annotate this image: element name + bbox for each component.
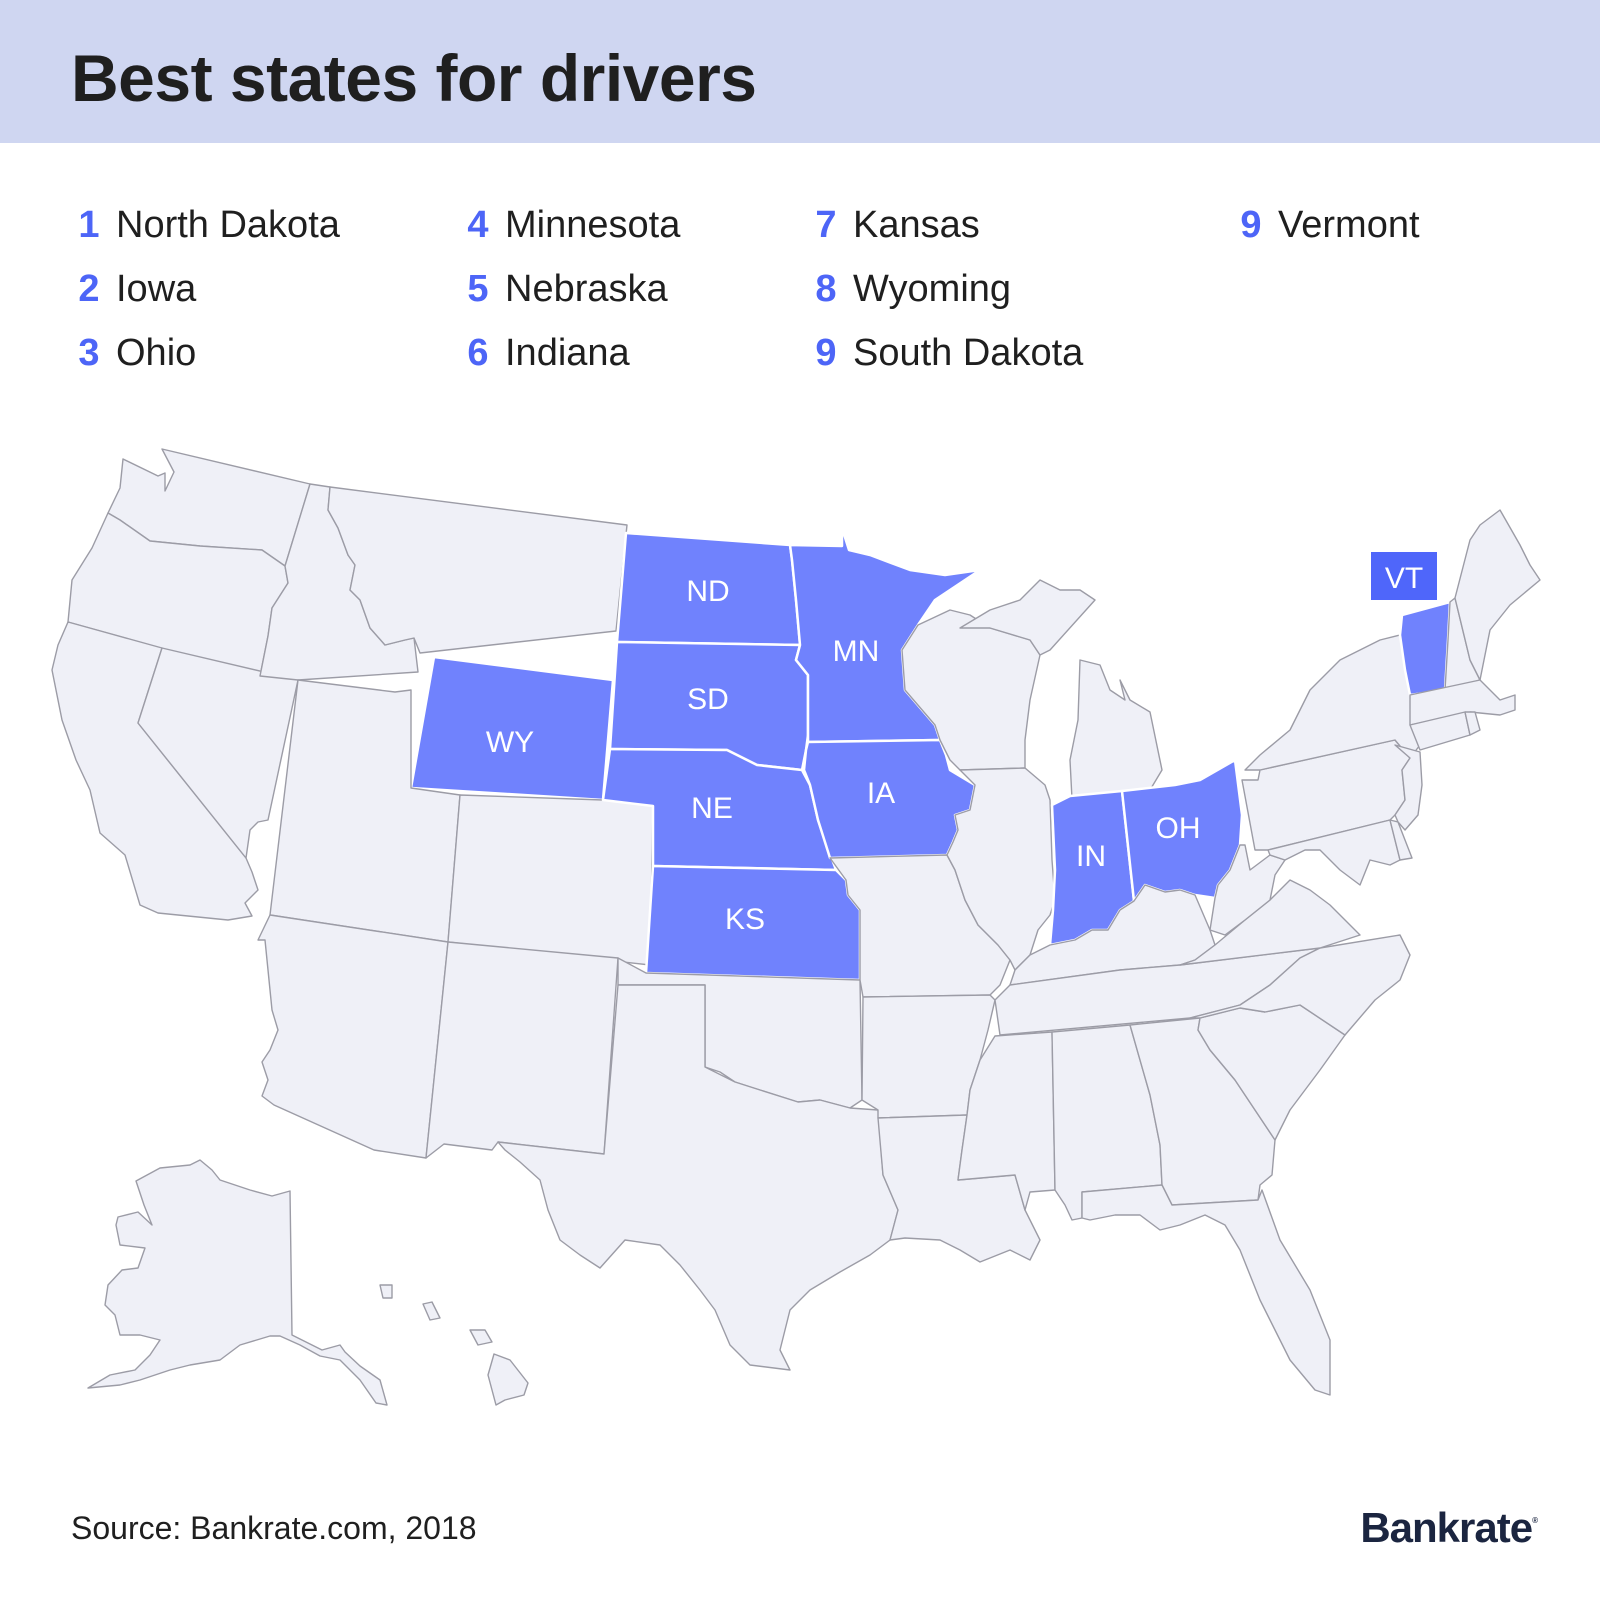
rank-number: 2 bbox=[78, 268, 100, 310]
bankrate-logo: Bankrate® bbox=[1360, 1504, 1538, 1552]
ranking-list: 1 North Dakota 2 Iowa 3 Ohio 4 Minnesota… bbox=[0, 200, 1600, 400]
state-MT[interactable] bbox=[327, 486, 628, 654]
rank-number: 7 bbox=[815, 204, 837, 246]
rank-number: 6 bbox=[467, 332, 489, 374]
rank-state: Ohio bbox=[116, 332, 197, 374]
state-HI-kauai[interactable] bbox=[379, 1284, 393, 1299]
rank-item: 8 Wyoming bbox=[799, 264, 1011, 314]
header-band: Best states for drivers bbox=[0, 0, 1600, 143]
state-label-SD: SD bbox=[687, 683, 729, 716]
rank-number: 5 bbox=[467, 268, 489, 310]
state-label-MN: MN bbox=[833, 635, 880, 668]
state-MI[interactable] bbox=[1069, 659, 1163, 800]
registered-mark-icon: ® bbox=[1532, 1516, 1538, 1525]
us-map: ND SD NE KS MN IA WY IN OH VT bbox=[51, 448, 1541, 1406]
state-label-IN: IN bbox=[1076, 840, 1106, 873]
rank-item: 7 Kansas bbox=[799, 200, 980, 250]
rank-item: 5 Nebraska bbox=[451, 264, 668, 314]
state-label-OH: OH bbox=[1156, 812, 1201, 845]
state-VT[interactable] bbox=[1398, 600, 1452, 697]
rank-state: Nebraska bbox=[505, 268, 668, 310]
state-HI-oahu[interactable] bbox=[422, 1301, 441, 1321]
state-label-ND: ND bbox=[686, 575, 729, 608]
state-NM[interactable] bbox=[425, 941, 619, 1159]
state-label-KS: KS bbox=[725, 903, 765, 936]
state-label-NE: NE bbox=[691, 792, 733, 825]
rank-number: 1 bbox=[78, 204, 100, 246]
rank-state: North Dakota bbox=[116, 204, 340, 246]
rank-state: Wyoming bbox=[853, 268, 1012, 310]
state-FL[interactable] bbox=[1081, 1184, 1331, 1396]
rank-item: 9 Vermont bbox=[1224, 200, 1420, 250]
state-label-IA: IA bbox=[867, 777, 895, 810]
rank-item: 9 South Dakota bbox=[799, 328, 1083, 378]
rank-number: 8 bbox=[815, 268, 837, 310]
state-label-WY: WY bbox=[486, 726, 534, 759]
state-HI-maui[interactable] bbox=[469, 1329, 493, 1346]
rank-item: 6 Indiana bbox=[451, 328, 630, 378]
source-note: Source: Bankrate.com, 2018 bbox=[71, 1510, 477, 1546]
rank-number: 9 bbox=[1240, 204, 1262, 246]
rank-state: Vermont bbox=[1278, 204, 1420, 246]
rank-number: 9 bbox=[815, 332, 837, 374]
state-label-VT: VT bbox=[1385, 562, 1423, 595]
rank-item: 3 Ohio bbox=[62, 328, 196, 378]
rank-item: 4 Minnesota bbox=[451, 200, 680, 250]
state-CO[interactable] bbox=[447, 794, 654, 966]
state-HI-big[interactable] bbox=[487, 1353, 529, 1406]
state-AK[interactable] bbox=[87, 1159, 388, 1406]
page-title: Best states for drivers bbox=[71, 41, 757, 115]
rank-state: Indiana bbox=[505, 332, 630, 374]
rank-number: 4 bbox=[467, 204, 489, 246]
state-AZ[interactable] bbox=[257, 914, 449, 1159]
rank-state: Kansas bbox=[853, 204, 980, 246]
logo-text: Bankrate bbox=[1360, 1504, 1533, 1551]
rank-item: 2 Iowa bbox=[62, 264, 196, 314]
rank-state: Iowa bbox=[116, 268, 197, 310]
rank-item: 1 North Dakota bbox=[62, 200, 340, 250]
rank-number: 3 bbox=[78, 332, 100, 374]
rank-state: South Dakota bbox=[853, 332, 1084, 374]
rank-state: Minnesota bbox=[505, 204, 681, 246]
